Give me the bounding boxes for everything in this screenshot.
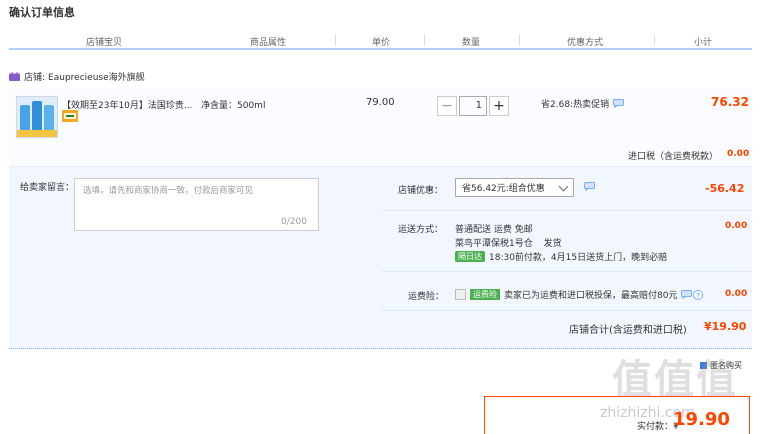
promo-info: 省2.68:热卖促销 — [541, 97, 625, 110]
discount-selected: 省56.42元:组合优惠 — [462, 184, 545, 194]
shop-line: 店铺: Eauprecieuse海外旗舰 — [9, 70, 145, 83]
quantity-input[interactable]: 1 — [459, 96, 487, 116]
next-day-badge: 隔日达 — [455, 251, 485, 262]
header-promo: 优惠方式 — [567, 38, 604, 48]
header-divider — [654, 35, 655, 45]
product-attr: 净含量：500ml — [201, 101, 266, 111]
shipping-origin-suffix: 发货 — [543, 239, 562, 249]
chat-icon[interactable] — [613, 99, 625, 108]
header-divider — [519, 35, 520, 45]
header-divider — [424, 35, 425, 45]
svg-text:?: ? — [697, 292, 701, 300]
insurance-badge: 运费险 — [470, 289, 500, 300]
discount-label: 店铺优惠： — [398, 186, 444, 196]
item-subtotal: 76.32 — [711, 95, 749, 109]
product-title-link[interactable]: 【效期至23年10月】法国珍贵... — [62, 98, 193, 111]
memo-placeholder: 选填，请先和商家协商一致，付款后商家可见 — [83, 186, 254, 196]
insurance-checkbox[interactable] — [455, 289, 466, 300]
shipping-method: 普通配送 运费 免邮 — [455, 225, 533, 235]
insurance-value: 0.00 — [725, 289, 748, 299]
product-thumbnail[interactable] — [16, 96, 58, 138]
chat-icon[interactable] — [681, 290, 693, 299]
help-icon[interactable]: ? — [693, 289, 704, 300]
insurance-label: 运费险： — [408, 292, 445, 302]
shop-label: 店铺: — [24, 73, 46, 83]
header-qty: 数量 — [462, 38, 481, 48]
quantity-minus-button[interactable]: − — [437, 96, 457, 116]
store-total-label: 店铺合计(含运费和进口税) — [569, 325, 687, 336]
discount-select[interactable]: 省56.42元:组合优惠 — [455, 178, 574, 197]
page-title: 确认订单信息 — [9, 6, 75, 19]
shipping-label: 运送方式： — [398, 225, 444, 235]
header-price: 单价 — [372, 38, 391, 48]
quantity-stepper: − 1 + — [437, 96, 509, 116]
header-shop-item: 店铺宝贝 — [86, 38, 123, 48]
header-subtotal: 小计 — [694, 38, 713, 48]
memo-label: 给卖家留言： — [20, 183, 75, 193]
insurance-line: 运费险 卖家已为运费和进口税投保，最高赔付80元 ? — [455, 288, 704, 301]
shop-name-link[interactable]: Eauprecieuse海外旗舰 — [48, 70, 145, 83]
global-buy-badge-icon — [62, 110, 78, 122]
memo-char-count: 0/200 — [281, 217, 307, 227]
shipping-value: 0.00 — [725, 221, 748, 231]
shop-icon — [9, 72, 20, 81]
chat-icon[interactable] — [584, 182, 595, 191]
promo-text: 省2.68:热卖促销 — [541, 100, 610, 110]
header-divider — [335, 35, 336, 45]
shipping-eta: 隔日达 18:30前付款，4月15日送货上门，晚到必赔 — [455, 250, 667, 263]
pay-value: 19.90 — [673, 409, 730, 430]
shipping-warehouse: 菜鸟平潭保税1号仓 — [455, 239, 533, 249]
shipping-origin: 菜鸟平潭保税1号仓 发货 — [455, 236, 562, 249]
chevron-down-icon — [558, 181, 569, 192]
quantity-plus-button[interactable]: + — [489, 96, 509, 116]
table-header: 店铺宝贝 商品属性 单价 数量 优惠方式 小计 — [9, 31, 752, 50]
header-attr: 商品属性 — [250, 38, 287, 48]
shipping-eta-text: 18:30前付款，4月15日送货上门，晚到必赔 — [489, 253, 668, 263]
unit-price: 79.00 — [366, 97, 395, 108]
discount-value: -56.42 — [705, 182, 745, 195]
tax-value: 0.00 — [727, 149, 750, 159]
store-total-value: ¥19.90 — [704, 320, 747, 333]
insurance-desc: 卖家已为运费和进口税投保，最高赔付80元 — [504, 291, 678, 301]
tax-label: 进口税（含运费税款） — [628, 152, 719, 162]
